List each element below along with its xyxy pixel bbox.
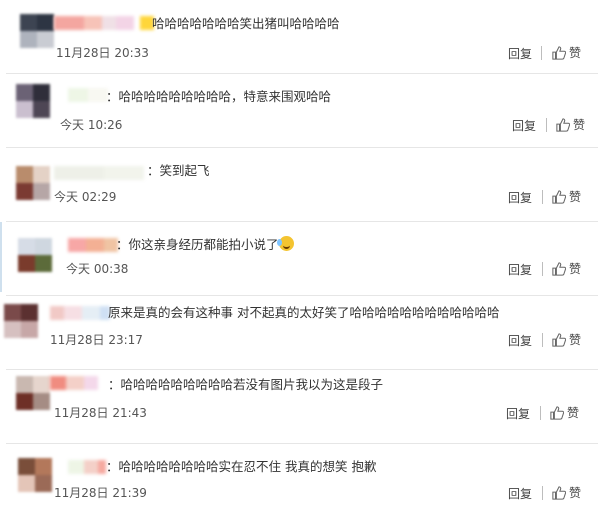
thumbs-up-icon [552, 332, 566, 347]
like-label: 赞 [569, 46, 582, 60]
reply-button[interactable]: 回复 [508, 261, 532, 278]
like-label: 赞 [573, 118, 586, 132]
action-divider [542, 190, 543, 204]
comment-item: ：你这亲身经历都能拍小说了 今天 00:38 回复 赞 [0, 222, 604, 296]
comment-item: ：哈哈哈哈哈哈哈哈哈若没有图片我以为这是段子 11月28日 21:43 回复 赞 [0, 370, 604, 444]
comment-time: 11月28日 20:33 [56, 46, 149, 60]
action-divider [542, 486, 543, 500]
comment-text: ：哈哈哈哈哈哈哈哈哈，特意来围观哈哈 [106, 89, 332, 104]
comment-time: 今天 02:29 [54, 190, 117, 204]
comment-item: ：哈哈哈哈哈哈哈哈实在忍不住 我真的想笑 抱歉 11月28日 21:39 回复 … [0, 444, 604, 518]
thumbs-up-icon [552, 189, 566, 204]
comment-text: ：笑到起飞 [147, 163, 210, 178]
thumbs-up-icon [552, 261, 566, 276]
comment-item: ：笑到起飞 今天 02:29 回复 赞 [0, 148, 604, 222]
reply-button[interactable]: 回复 [506, 405, 530, 422]
action-divider [542, 333, 543, 347]
comment-text-body: ：你这亲身经历都能拍小说了 [116, 237, 279, 252]
username[interactable] [68, 460, 106, 474]
like-label: 赞 [569, 333, 582, 347]
reply-button[interactable]: 回复 [508, 485, 532, 502]
like-button[interactable]: 赞 [552, 484, 581, 501]
like-label: 赞 [569, 486, 582, 500]
comment-time: 11月28日 21:39 [54, 486, 147, 500]
like-button[interactable]: 赞 [552, 188, 581, 205]
comment-text: 原来是真的会有这种事 对不起真的太好笑了哈哈哈哈哈哈哈哈哈哈哈哈 [108, 305, 500, 320]
comment-time: 11月28日 23:17 [50, 333, 143, 347]
avatar[interactable] [4, 304, 38, 338]
avatar[interactable] [16, 84, 50, 118]
action-divider [540, 406, 541, 420]
thumbs-up-icon [552, 45, 566, 60]
comment-item: ：哈哈哈哈哈哈哈哈哈，特意来围观哈哈 今天 10:26 回复 赞 [0, 74, 604, 148]
reply-button[interactable]: 回复 [508, 45, 532, 62]
like-button[interactable]: 赞 [552, 331, 581, 348]
thumbs-up-icon [552, 485, 566, 500]
avatar[interactable] [16, 376, 50, 410]
avatar[interactable] [18, 238, 52, 272]
comment-time: 今天 10:26 [60, 118, 123, 132]
like-label: 赞 [569, 190, 582, 204]
comment-text: 哈哈哈哈哈哈哈笑出猪叫哈哈哈哈 [152, 16, 340, 31]
reply-button[interactable]: 回复 [508, 332, 532, 349]
like-button[interactable]: 赞 [552, 260, 581, 277]
action-divider [542, 262, 543, 276]
username[interactable] [50, 376, 108, 390]
like-button[interactable]: 赞 [550, 404, 579, 421]
like-label: 赞 [569, 262, 582, 276]
username[interactable] [68, 238, 118, 252]
username[interactable] [54, 166, 144, 180]
reply-button[interactable]: 回复 [512, 117, 536, 134]
thumbs-up-icon [550, 405, 564, 420]
comment-text: ：哈哈哈哈哈哈哈哈实在忍不住 我真的想笑 抱歉 [106, 459, 377, 474]
thumbs-up-icon [556, 117, 570, 132]
avatar[interactable] [18, 458, 52, 492]
comment-text: ：哈哈哈哈哈哈哈哈哈若没有图片我以为这是段子 [108, 377, 384, 392]
username[interactable] [54, 16, 154, 30]
like-label: 赞 [567, 406, 580, 420]
avatar[interactable] [20, 14, 54, 48]
username[interactable] [50, 306, 110, 320]
like-button[interactable]: 赞 [556, 116, 585, 133]
comment-item: 哈哈哈哈哈哈哈笑出猪叫哈哈哈哈 11月28日 20:33 回复 赞 [0, 0, 604, 74]
comment-time: 今天 00:38 [66, 262, 129, 276]
avatar[interactable] [16, 166, 50, 200]
comment-text: ：你这亲身经历都能拍小说了 [116, 236, 294, 254]
action-divider [541, 46, 542, 60]
laughing-crying-emoji-icon [276, 236, 294, 251]
action-divider [546, 118, 547, 132]
like-button[interactable]: 赞 [552, 44, 581, 61]
username[interactable] [68, 88, 108, 102]
reply-button[interactable]: 回复 [508, 189, 532, 206]
comment-item: 原来是真的会有这种事 对不起真的太好笑了哈哈哈哈哈哈哈哈哈哈哈哈 11月28日 … [0, 296, 604, 370]
comment-time: 11月28日 21:43 [54, 406, 147, 420]
